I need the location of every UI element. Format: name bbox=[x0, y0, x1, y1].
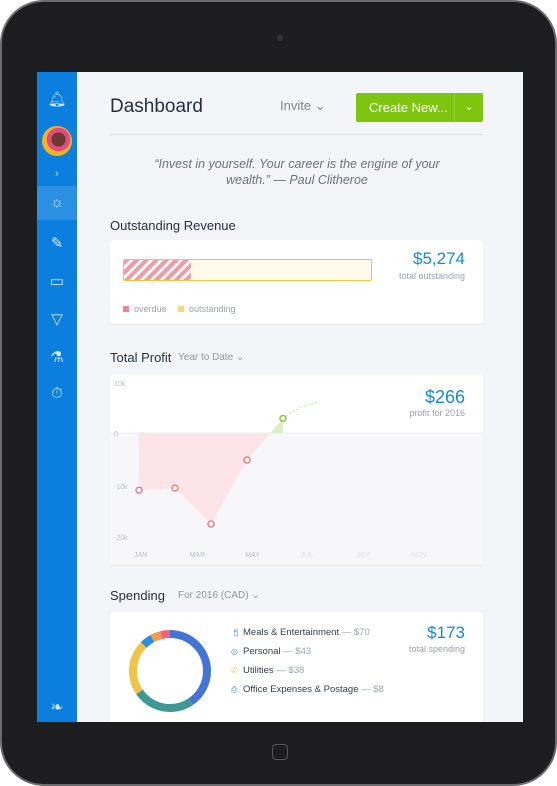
x-tick-label: JAN bbox=[134, 552, 147, 559]
y-tick-label: -20k bbox=[114, 535, 128, 542]
dashboard-sunrise-icon[interactable]: ☼ bbox=[37, 186, 77, 220]
chevron-down-icon: ⌄ bbox=[236, 352, 245, 363]
timer-icon[interactable]: ⏱︎ bbox=[37, 382, 77, 406]
item-amount: — $38 bbox=[276, 665, 305, 676]
expand-chevron-icon[interactable]: › bbox=[37, 162, 77, 186]
spending-total-label: total spending bbox=[408, 644, 465, 654]
outstanding-swatch bbox=[178, 306, 184, 312]
revenue-bar bbox=[123, 259, 372, 281]
x-tick-label: MAY bbox=[245, 552, 260, 559]
profit-title: Total Profit bbox=[110, 350, 172, 365]
spending-card: 🍴︎ Meals & Entertainment — $70 ◎ Personal … bbox=[110, 612, 483, 722]
y-tick-label: 10k bbox=[114, 381, 126, 388]
revenue-title: Outstanding Revenue bbox=[110, 218, 236, 233]
data-point[interactable] bbox=[279, 414, 287, 423]
legend-outstanding: outstanding bbox=[178, 304, 236, 314]
data-point[interactable] bbox=[207, 520, 215, 528]
spending-range-label: For 2016 (CAD) bbox=[178, 590, 249, 601]
data-point[interactable] bbox=[171, 484, 179, 492]
item-label: Personal bbox=[243, 646, 281, 657]
item-amount: — $8 bbox=[361, 684, 384, 695]
expenses-icon[interactable]: ▭ bbox=[37, 270, 77, 294]
data-point[interactable] bbox=[135, 486, 143, 494]
bell-icon[interactable]: 🔔︎ bbox=[37, 88, 77, 112]
revenue-total-label: total outstanding bbox=[398, 271, 465, 281]
spending-title: Spending bbox=[110, 588, 165, 603]
leaf-logo-icon: ❧ bbox=[50, 699, 64, 716]
legend-label: outstanding bbox=[189, 304, 236, 314]
legend-overdue: overdue bbox=[123, 304, 167, 314]
divider bbox=[110, 134, 483, 135]
tablet-frame: 🔔︎ › ☼ ✎ ▭ ▽ ⚗ ⏱︎ ❧ Dashboard Invite ⌄ C… bbox=[0, 0, 557, 786]
quote: “Invest in yourself. Your career is the … bbox=[154, 157, 440, 187]
pizza-icon[interactable]: ▽ bbox=[37, 308, 77, 332]
sidebar: 🔔︎ › ☼ ✎ ▭ ▽ ⚗ ⏱︎ ❧ bbox=[37, 72, 77, 722]
invite-label: Invite bbox=[280, 98, 312, 113]
spending-item: ◎ Personal — $43 bbox=[231, 646, 384, 665]
utilities-icon: ✆ bbox=[231, 666, 238, 675]
office-icon: ⎙ bbox=[231, 685, 238, 694]
invoices-icon[interactable]: ✎ bbox=[37, 232, 77, 256]
chevron-down-icon: ⌄ bbox=[251, 590, 260, 601]
spending-total: $173 bbox=[427, 623, 465, 642]
spending-donut bbox=[129, 630, 211, 712]
flask-icon[interactable]: ⚗ bbox=[37, 346, 77, 370]
spending-range-dropdown[interactable]: For 2016 (CAD) ⌄ bbox=[178, 590, 260, 601]
item-label: Utilities bbox=[243, 665, 274, 676]
spending-item: 🍴︎ Meals & Entertainment — $70 bbox=[231, 627, 384, 646]
fork-knife-icon: 🍴︎ bbox=[231, 628, 242, 637]
item-amount: — $43 bbox=[283, 646, 312, 657]
item-label: Office Expenses & Postage bbox=[243, 684, 359, 695]
camera bbox=[277, 35, 283, 41]
create-new-label: Create New... bbox=[369, 100, 448, 115]
x-tick-label: SEP bbox=[356, 552, 370, 559]
overdue-fill bbox=[124, 260, 191, 280]
y-tick-label: -10k bbox=[114, 484, 128, 491]
profit-range-label: Year to Date bbox=[178, 352, 234, 363]
x-tick-label: NOV bbox=[412, 552, 428, 559]
spending-list: 🍴︎ Meals & Entertainment — $70 ◎ Personal … bbox=[231, 627, 384, 703]
profit-card: 10k 0 -10k -20k JAN MAR MAY JUL SEP NOV $266 prof… bbox=[110, 375, 483, 565]
profit-total-label: profit for 2016 bbox=[409, 408, 465, 418]
legend-label: overdue bbox=[134, 304, 167, 314]
home-button[interactable] bbox=[272, 744, 288, 760]
invite-dropdown[interactable]: Invite ⌄ bbox=[280, 98, 326, 114]
x-tick-label: MAR bbox=[190, 552, 206, 559]
screen: 🔔︎ › ☼ ✎ ▭ ▽ ⚗ ⏱︎ ❧ Dashboard Invite ⌄ C… bbox=[37, 72, 523, 722]
x-tick-label: JUL bbox=[301, 552, 314, 559]
spending-item: ✆ Utilities — $38 bbox=[231, 665, 384, 684]
y-tick-label: 0 bbox=[114, 431, 118, 438]
personal-icon: ◎ bbox=[231, 647, 238, 656]
chevron-down-icon: ⌄ bbox=[314, 98, 326, 113]
item-label: Meals & Entertainment bbox=[243, 627, 340, 638]
data-point[interactable] bbox=[243, 456, 251, 464]
spending-item: ⎙ Office Expenses & Postage — $8 bbox=[231, 684, 384, 703]
create-dropdown-chevron-icon[interactable]: ⌄ bbox=[454, 93, 483, 122]
avatar[interactable] bbox=[42, 126, 72, 156]
page-title: Dashboard bbox=[110, 96, 203, 117]
overdue-swatch bbox=[123, 306, 129, 312]
profit-total: $266 bbox=[424, 387, 465, 407]
revenue-total: $5,274 bbox=[413, 249, 465, 268]
item-amount: — $70 bbox=[341, 627, 370, 638]
create-new-button[interactable]: Create New... ⌄ bbox=[356, 93, 483, 122]
revenue-card: $5,274 total outstanding overdue outstan… bbox=[110, 240, 483, 324]
projection-line bbox=[282, 401, 318, 419]
profit-range-dropdown[interactable]: Year to Date ⌄ bbox=[178, 352, 244, 363]
